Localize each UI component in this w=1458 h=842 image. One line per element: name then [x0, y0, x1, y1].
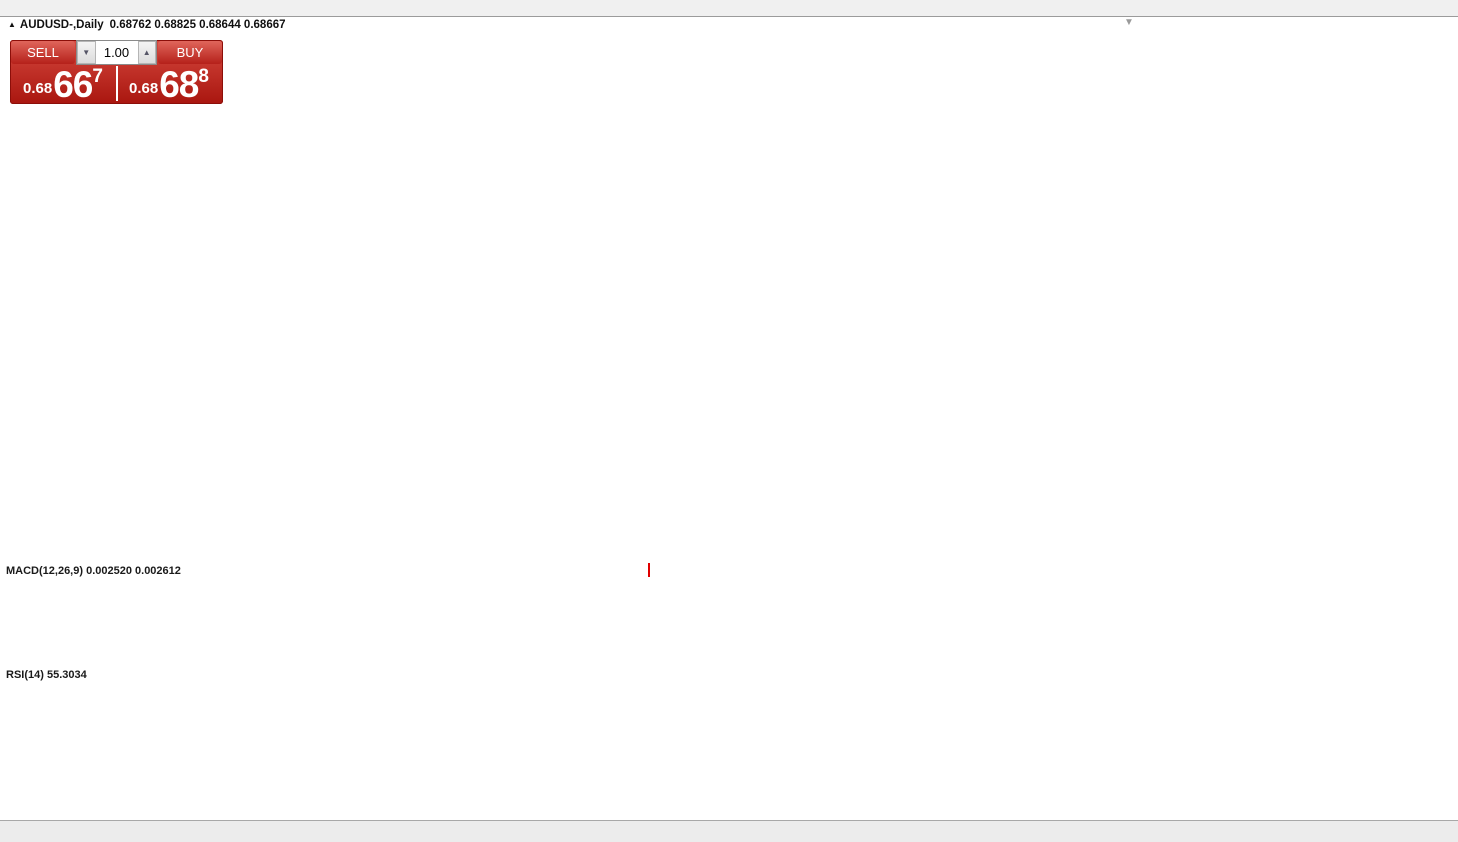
macd-indicator-label: MACD(12,26,9) 0.002520 0.002612 — [6, 565, 181, 577]
volume-input[interactable] — [96, 41, 138, 64]
chart-shift-marker-icon[interactable]: ▼ — [1124, 17, 1134, 28]
symbol-header: ▲ AUDUSD-,Daily 0.68762 0.68825 0.68644 0.… — [8, 19, 286, 31]
buy-button[interactable]: BUY — [158, 41, 222, 64]
volume-stepper: ▼ ▲ — [76, 40, 157, 65]
rsi-indicator-label: RSI(14) 55.3034 — [6, 669, 87, 681]
chart-tab-bar — [0, 820, 1458, 842]
symbol-expand-icon[interactable]: ▲ — [8, 20, 16, 29]
macd-event-marker — [648, 563, 650, 577]
sell-price-pip: 7 — [92, 66, 103, 88]
one-click-trade-panel: SELL ▼ ▲ BUY 0.68 66 7 0.68 68 8 — [10, 40, 223, 104]
volume-decrease-button[interactable]: ▼ — [77, 41, 96, 64]
buy-price-prefix: 0.68 — [129, 80, 158, 97]
symbol-name: AUDUSD-,Daily — [20, 19, 104, 31]
sell-price-big: 66 — [53, 67, 92, 103]
date-axis — [0, 794, 1417, 817]
rsi-pane-canvas[interactable] — [0, 666, 1417, 793]
price-divider — [116, 66, 118, 101]
buy-price[interactable]: 0.68 68 8 — [116, 65, 222, 104]
volume-increase-button[interactable]: ▲ — [138, 41, 157, 64]
sell-price-prefix: 0.68 — [23, 80, 52, 97]
symbol-ohlc-values: 0.68762 0.68825 0.68644 0.68667 — [110, 19, 286, 31]
buy-price-pip: 8 — [198, 66, 209, 88]
macd-pane-canvas[interactable] — [0, 562, 1417, 662]
sell-price[interactable]: 0.68 66 7 — [10, 65, 116, 104]
sell-button[interactable]: SELL — [11, 41, 75, 64]
timeframe-toolbar — [0, 0, 1458, 17]
buy-price-big: 68 — [159, 67, 198, 103]
